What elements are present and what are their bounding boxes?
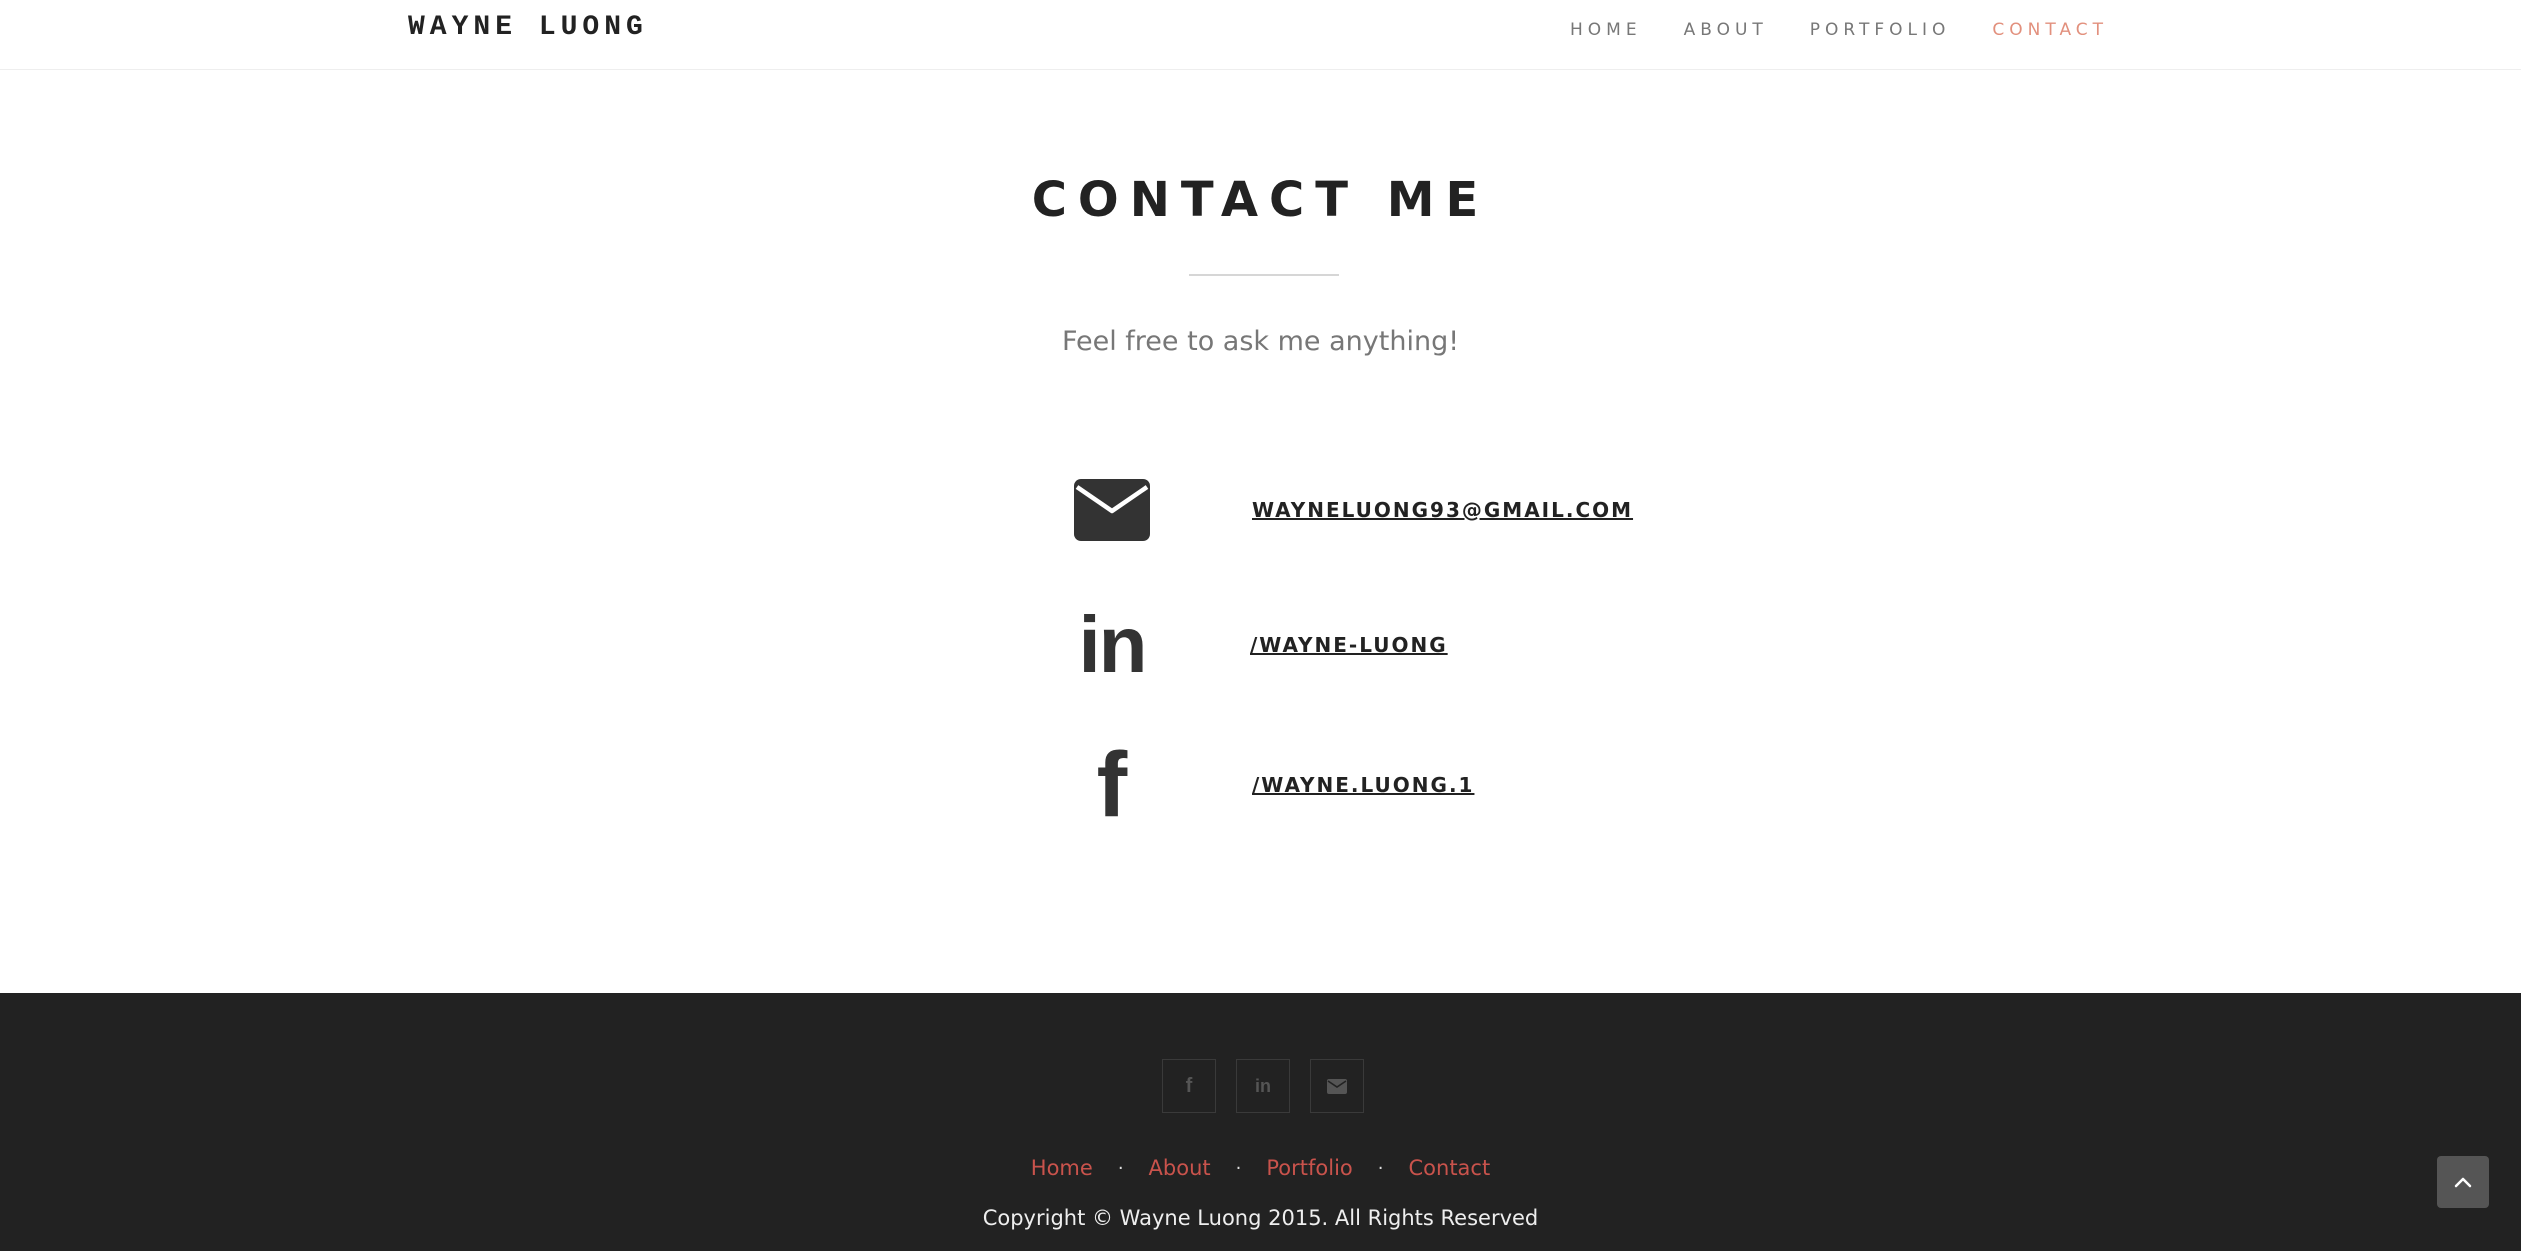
footer-link-home[interactable]: Home: [1031, 1156, 1093, 1180]
main-nav: HOME ABOUT PORTFOLIO CONTACT: [1570, 20, 2150, 40]
contact-linkedin-row: in /WAYNE-LUONG: [1064, 600, 1448, 690]
section-subtitle: Feel free to ask me anything!: [1061, 326, 1460, 357]
footer-envelope-icon[interactable]: [1310, 1059, 1364, 1113]
separator-dot: ·: [1235, 1157, 1242, 1179]
scroll-top-button[interactable]: [2437, 1156, 2489, 1208]
linkedin-link[interactable]: /WAYNE-LUONG: [1250, 633, 1448, 657]
contact-email-row: WAYNELUONG93@GMAIL.COM: [1064, 465, 1633, 555]
chevron-up-icon: [2454, 1177, 2472, 1188]
nav-home[interactable]: HOME: [1570, 20, 1642, 40]
linkedin-icon: in: [1078, 600, 1147, 689]
facebook-icon: f: [1096, 734, 1128, 836]
navbar: WAYNE LUONG HOME ABOUT PORTFOLIO CONTACT: [0, 0, 2521, 70]
footer-social-icons: f in: [1162, 1059, 1384, 1113]
footer-link-portfolio[interactable]: Portfolio: [1266, 1156, 1352, 1180]
nav-about[interactable]: ABOUT: [1684, 20, 1768, 40]
separator-dot: ·: [1377, 1157, 1384, 1179]
envelope-icon: [1064, 465, 1160, 555]
separator-dot: ·: [1117, 1157, 1124, 1179]
brand-logo[interactable]: WAYNE LUONG: [408, 12, 648, 43]
facebook-link[interactable]: /WAYNE.LUONG.1: [1252, 773, 1474, 797]
copyright-text: Copyright © Wayne Luong 2015. All Rights…: [982, 1206, 1539, 1230]
footer-linkedin-icon[interactable]: in: [1236, 1059, 1290, 1113]
footer-links: Home · About · Portfolio · Contact: [0, 1156, 2521, 1180]
footer-link-about[interactable]: About: [1149, 1156, 1211, 1180]
contact-facebook-row: f /WAYNE.LUONG.1: [1064, 734, 1474, 836]
nav-contact[interactable]: CONTACT: [1992, 20, 2108, 40]
footer-link-contact[interactable]: Contact: [1409, 1156, 1491, 1180]
footer: f in Home · About · Portfolio · Contact …: [0, 993, 2521, 1251]
email-link[interactable]: WAYNELUONG93@GMAIL.COM: [1252, 498, 1633, 522]
footer-facebook-icon[interactable]: f: [1162, 1059, 1216, 1113]
nav-portfolio[interactable]: PORTFOLIO: [1810, 20, 1951, 40]
section-title: CONTACT ME: [1031, 172, 1490, 228]
title-divider: [1189, 274, 1339, 276]
